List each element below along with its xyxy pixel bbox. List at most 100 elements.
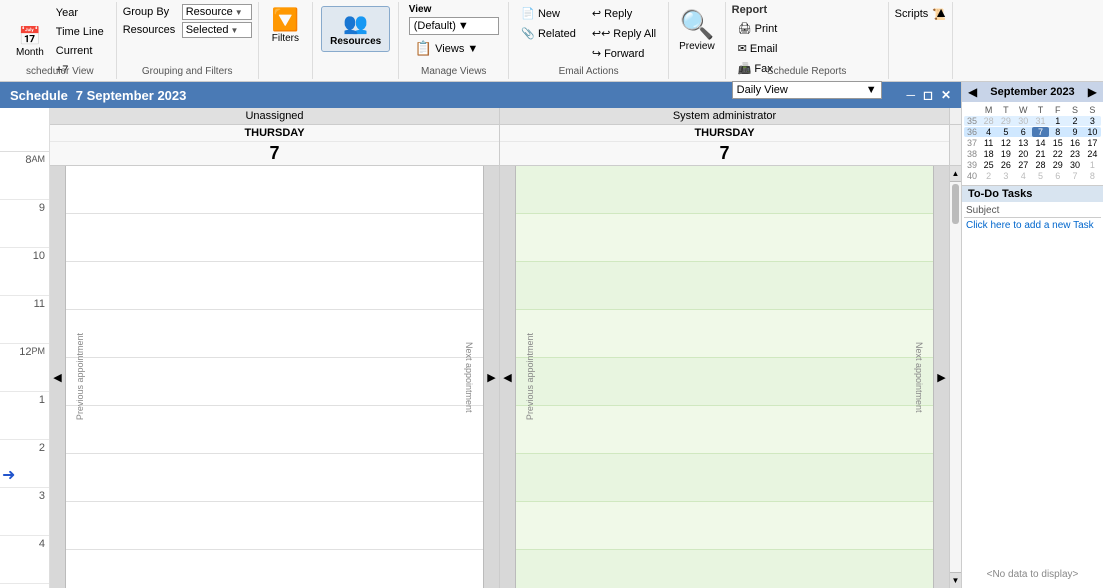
view-default-dropdown[interactable]: (Default) ▼ xyxy=(409,17,499,35)
new-button[interactable]: 📄New xyxy=(515,4,582,23)
restore-icon[interactable]: ◻ xyxy=(923,88,933,102)
mini-cal-day[interactable]: 3 xyxy=(1084,116,1101,126)
mini-cal-day[interactable]: 30 xyxy=(1015,116,1032,126)
time-9: 9 xyxy=(0,200,49,248)
mini-cal-prev[interactable]: ◀ xyxy=(968,85,977,99)
scroll-track[interactable] xyxy=(950,182,961,572)
mini-cal-day[interactable]: 25 xyxy=(980,160,997,170)
mini-cal-day[interactable]: 4 xyxy=(980,127,997,137)
reply-button[interactable]: ↩Reply xyxy=(586,4,662,23)
current-button[interactable]: Current xyxy=(50,42,110,60)
mini-cal-day[interactable]: 2 xyxy=(1066,116,1083,126)
mini-cal-day[interactable]: 5 xyxy=(1032,171,1049,181)
mini-cal-day[interactable]: 18 xyxy=(980,149,997,159)
time-1: 1 xyxy=(0,392,49,440)
mini-cal-day[interactable]: 30 xyxy=(1066,160,1083,170)
minimize-icon[interactable]: ─ xyxy=(906,88,915,102)
close-icon[interactable]: ✕ xyxy=(941,88,951,102)
mini-cal-day[interactable]: 5 xyxy=(997,127,1014,137)
mini-cal-day[interactable]: 27 xyxy=(1015,160,1032,170)
groupby-resource-dropdown[interactable]: Resource ▼ xyxy=(182,4,252,20)
year-button[interactable]: Year xyxy=(50,4,110,22)
mini-cal-day[interactable]: 6 xyxy=(1015,127,1032,137)
resources-button[interactable]: 👥 Resources xyxy=(321,6,390,52)
slot-1-9[interactable] xyxy=(50,550,499,588)
mini-cal-day[interactable]: 26 xyxy=(997,160,1014,170)
forward-button[interactable]: ↪Forward xyxy=(586,44,662,63)
mini-cal-day[interactable]: 3 xyxy=(997,171,1014,181)
filters-button[interactable]: 🔽 Filters xyxy=(265,4,306,47)
slot-2-1[interactable] xyxy=(500,166,949,214)
mini-cal-day[interactable]: 20 xyxy=(1015,149,1032,159)
mini-cal-day[interactable]: 15 xyxy=(1049,138,1066,148)
mini-cal-day[interactable]: 10 xyxy=(1084,127,1101,137)
slot-2-6[interactable] xyxy=(500,406,949,454)
filters-group: 🔽 Filters xyxy=(259,2,313,79)
todo-add-task[interactable]: Click here to add a new Task xyxy=(964,218,1101,233)
mini-cal-day[interactable]: 12 xyxy=(997,138,1014,148)
daily-view-dropdown[interactable]: Daily View ▼ xyxy=(732,81,882,99)
slot-2-4[interactable] xyxy=(500,310,949,358)
col1-prev-arrow[interactable]: ◀ xyxy=(50,166,66,588)
mini-cal-day[interactable]: 19 xyxy=(997,149,1014,159)
mini-cal-day[interactable]: 9 xyxy=(1066,127,1083,137)
mini-cal-day[interactable]: 6 xyxy=(1049,171,1066,181)
mini-cal-day[interactable]: 2 xyxy=(980,171,997,181)
print-button[interactable]: 🖨Print xyxy=(732,19,882,38)
mini-cal-day[interactable]: 21 xyxy=(1032,149,1049,159)
mini-cal-today[interactable]: 7 xyxy=(1032,127,1049,137)
slot-2-5[interactable] xyxy=(500,358,949,406)
reply-all-button[interactable]: ↩↩Reply All xyxy=(586,24,662,43)
slot-2-3[interactable] xyxy=(500,262,949,310)
mini-cal-day[interactable]: 22 xyxy=(1049,149,1066,159)
mini-cal-day[interactable]: 23 xyxy=(1066,149,1083,159)
collapse-button[interactable]: ▲ xyxy=(934,4,948,20)
slot-1-3[interactable] xyxy=(50,262,499,310)
slot-1-4[interactable] xyxy=(50,310,499,358)
groupby-selected-dropdown[interactable]: Selected ▼ xyxy=(182,22,252,38)
slot-1-6[interactable] xyxy=(50,406,499,454)
mini-cal-day[interactable]: 29 xyxy=(997,116,1014,126)
slot-2-9[interactable] xyxy=(500,550,949,588)
views-button[interactable]: 📋 Views ▼ xyxy=(409,37,499,60)
col2-grid[interactable]: ◀ ▶ Previous appointment Next appointmen… xyxy=(500,166,949,588)
mini-cal-day[interactable]: 13 xyxy=(1015,138,1032,148)
col2-prev-arrow[interactable]: ◀ xyxy=(500,166,516,588)
mini-cal-day[interactable]: 31 xyxy=(1032,116,1049,126)
vertical-scrollbar[interactable]: ▲ ▼ xyxy=(949,166,961,588)
scroll-down-btn[interactable]: ▼ xyxy=(950,572,961,588)
mini-cal-day[interactable]: 29 xyxy=(1049,160,1066,170)
mini-cal-day[interactable]: 11 xyxy=(980,138,997,148)
slot-1-8[interactable] xyxy=(50,502,499,550)
mini-cal-next[interactable]: ▶ xyxy=(1088,85,1097,99)
slot-2-2[interactable] xyxy=(500,214,949,262)
mini-cal-day[interactable]: 7 xyxy=(1066,171,1083,181)
mini-cal-day[interactable]: 14 xyxy=(1032,138,1049,148)
related-button[interactable]: 📎Related xyxy=(515,24,582,43)
slot-1-1[interactable] xyxy=(50,166,499,214)
mini-cal-week-37: 37 11 12 13 14 15 16 17 xyxy=(964,138,1101,148)
mini-cal-day[interactable]: 24 xyxy=(1084,149,1101,159)
mini-cal-day[interactable]: 1 xyxy=(1049,116,1066,126)
slot-2-7[interactable] xyxy=(500,454,949,502)
mini-cal-day[interactable]: 28 xyxy=(1032,160,1049,170)
mini-cal-day[interactable]: 16 xyxy=(1066,138,1083,148)
mini-cal-day[interactable]: 28 xyxy=(980,116,997,126)
col1-next-arrow[interactable]: ▶ xyxy=(483,166,499,588)
slot-1-5[interactable] xyxy=(50,358,499,406)
slot-1-2[interactable] xyxy=(50,214,499,262)
email-report-button[interactable]: ✉Email xyxy=(732,39,882,58)
col1-grid[interactable]: ◀ ▶ Previous appointment Next appointmen… xyxy=(50,166,500,588)
slot-1-7[interactable] xyxy=(50,454,499,502)
mini-cal-day[interactable]: 8 xyxy=(1049,127,1066,137)
slot-2-8[interactable] xyxy=(500,502,949,550)
scroll-up-btn[interactable]: ▲ xyxy=(950,166,961,182)
mini-cal-day[interactable]: 4 xyxy=(1015,171,1032,181)
dropdown-arrow3-icon: ▼ xyxy=(458,20,469,32)
mini-cal-day[interactable]: 8 xyxy=(1084,171,1101,181)
mini-cal-day[interactable]: 17 xyxy=(1084,138,1101,148)
mini-cal-day[interactable]: 1 xyxy=(1084,160,1101,170)
col2-next-arrow[interactable]: ▶ xyxy=(933,166,949,588)
preview-button[interactable]: 🔍 Preview xyxy=(675,4,719,56)
timeline-button[interactable]: Time Line xyxy=(50,23,110,41)
